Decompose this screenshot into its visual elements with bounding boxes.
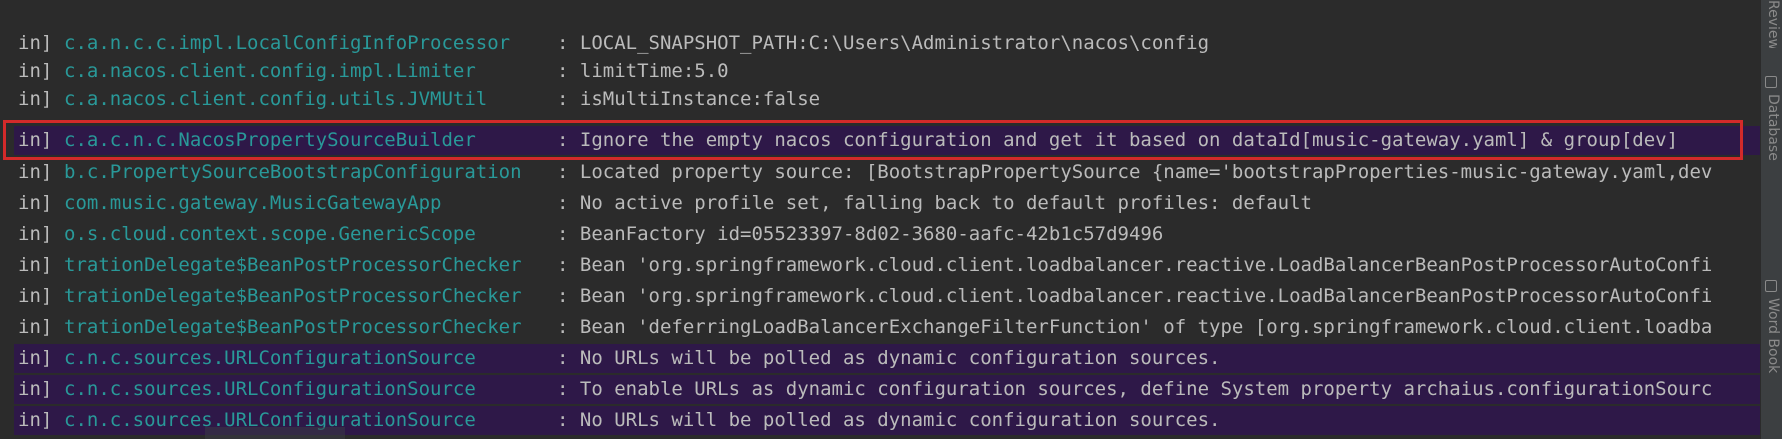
- logger-name: c.a.c.n.c.NacosPropertySourceBuilder: [64, 129, 476, 151]
- log-level: in]: [18, 88, 53, 110]
- logger-name: c.n.c.sources.URLConfigurationSource: [64, 378, 476, 400]
- log-message: : BeanFactory id=05523397-8d02-3680-aafc…: [557, 223, 1164, 245]
- log-message: : Located property source: [BootstrapPro…: [557, 161, 1713, 183]
- log-line[interactable]: in] c.a.n.c.c.impl.LocalConfigInfoProces…: [0, 29, 1760, 58]
- log-line[interactable]: in] trationDelegate$BeanPostProcessorChe…: [0, 251, 1760, 280]
- log-level: in]: [18, 32, 53, 54]
- logger-name: o.s.cloud.context.scope.GenericScope: [64, 223, 476, 245]
- log-line-selected[interactable]: in] c.n.c.sources.URLConfigurationSource…: [0, 375, 1760, 404]
- log-line[interactable]: in] c.a.nacos.client.config.utils.JVMUti…: [0, 85, 1760, 114]
- tab-database[interactable]: Database: [1763, 94, 1781, 164]
- log-message: : isMultiInstance:false: [557, 88, 821, 110]
- log-level: in]: [18, 223, 53, 245]
- log-line[interactable]: in] o.s.cloud.context.scope.GenericScope…: [0, 220, 1760, 249]
- log-line[interactable]: in] trationDelegate$BeanPostProcessorChe…: [0, 313, 1760, 342]
- right-tool-window-strip: Review Database Word Book: [1760, 0, 1782, 439]
- log-message: : Bean 'org.springframework.cloud.client…: [557, 285, 1713, 307]
- word-book-icon: [1765, 280, 1777, 292]
- log-line[interactable]: in] com.music.gateway.MusicGatewayApp : …: [0, 189, 1760, 218]
- log-message: : No active profile set, falling back to…: [557, 192, 1312, 214]
- logger-name: c.a.n.c.c.impl.LocalConfigInfoProcessor: [64, 32, 511, 54]
- logger-name: trationDelegate$BeanPostProcessorChecker: [64, 316, 522, 338]
- log-message: : Ignore the empty nacos configuration a…: [557, 129, 1679, 151]
- log-level: in]: [18, 161, 53, 183]
- log-level: in]: [18, 409, 53, 431]
- log-level: in]: [18, 60, 53, 82]
- logger-name: trationDelegate$BeanPostProcessorChecker: [64, 285, 522, 307]
- logger-name: trationDelegate$BeanPostProcessorChecker: [64, 254, 522, 276]
- logger-name: b.c.PropertySourceBootstrapConfiguration: [64, 161, 522, 183]
- log-message: : No URLs will be polled as dynamic conf…: [557, 347, 1221, 369]
- log-message: : LOCAL_SNAPSHOT_PATH:C:\Users\Administr…: [557, 32, 1210, 54]
- log-level: in]: [18, 254, 53, 276]
- log-message: : Bean 'deferringLoadBalancerExchangeFil…: [557, 316, 1713, 338]
- log-message: : limitTime:5.0: [557, 60, 729, 82]
- log-message: : Bean 'org.springframework.cloud.client…: [557, 254, 1713, 276]
- log-level: in]: [18, 192, 53, 214]
- log-level: in]: [18, 285, 53, 307]
- log-level: in]: [18, 316, 53, 338]
- tab-word-book[interactable]: Word Book: [1763, 298, 1781, 388]
- log-level: in]: [18, 378, 53, 400]
- tab-review[interactable]: Review: [1763, 0, 1781, 48]
- log-line[interactable]: in] c.a.nacos.client.config.impl.Limiter…: [0, 57, 1760, 86]
- log-message: : To enable URLs as dynamic configuratio…: [557, 378, 1713, 400]
- console-output[interactable]: in] c.a.n.c.c.impl.LocalConfigInfoProces…: [0, 0, 1760, 439]
- mouse-cursor-shadow: [205, 427, 345, 439]
- log-line-selected[interactable]: in] c.n.c.sources.URLConfigurationSource…: [0, 344, 1760, 373]
- log-line-selected[interactable]: in] c.a.c.n.c.NacosPropertySourceBuilder…: [0, 126, 1760, 155]
- logger-name: c.n.c.sources.URLConfigurationSource: [64, 347, 476, 369]
- logger-name: c.a.nacos.client.config.impl.Limiter: [64, 60, 476, 82]
- log-line[interactable]: in] b.c.PropertySourceBootstrapConfigura…: [0, 158, 1760, 187]
- logger-name: com.music.gateway.MusicGatewayApp: [64, 192, 442, 214]
- log-level: in]: [18, 347, 53, 369]
- log-message: : No URLs will be polled as dynamic conf…: [557, 409, 1221, 431]
- logger-name: c.a.nacos.client.config.utils.JVMUtil: [64, 88, 488, 110]
- database-icon: [1765, 76, 1777, 88]
- log-level: in]: [18, 129, 53, 151]
- log-line[interactable]: in] trationDelegate$BeanPostProcessorChe…: [0, 282, 1760, 311]
